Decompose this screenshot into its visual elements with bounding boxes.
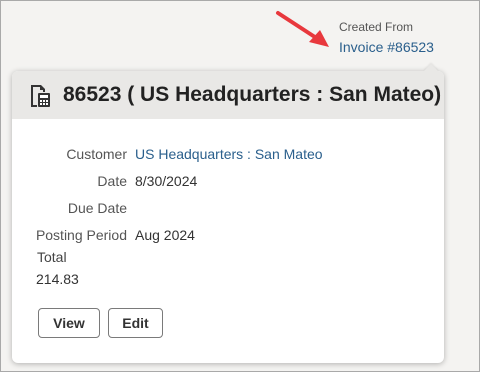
invoice-document-icon (31, 85, 50, 107)
annotation-arrow-icon (276, 11, 329, 47)
customer-label: Customer (66, 146, 127, 162)
page-frame: Created From Invoice #86523 86523 ( US H… (0, 0, 480, 372)
created-from-invoice-link[interactable]: Invoice #86523 (339, 39, 434, 55)
invoice-preview-popup: 86523 ( US Headquarters : San Mateo) Cus… (12, 63, 444, 363)
due-date-label: Due Date (67, 200, 127, 216)
total-value: 214.83 (36, 271, 79, 287)
field-row-customer: Customer US Headquarters : San Mateo (12, 146, 444, 164)
posting-period-label: Posting Period (35, 227, 127, 243)
total-label: Total (37, 249, 67, 265)
customer-link[interactable]: US Headquarters : San Mateo (135, 146, 323, 162)
posting-period-value: Aug 2024 (135, 227, 195, 243)
edit-button[interactable]: Edit (108, 308, 163, 338)
field-row-posting-period: Posting Period Aug 2024 (12, 227, 444, 245)
date-value: 8/30/2024 (135, 173, 198, 189)
created-from-label: Created From (339, 20, 414, 34)
field-row-date: Date 8/30/2024 (12, 173, 444, 191)
date-label: Date (97, 173, 127, 189)
field-row-due-date: Due Date (12, 200, 444, 218)
view-button[interactable]: View (38, 308, 100, 338)
popup-title: 86523 ( US Headquarters : San Mateo) (63, 83, 442, 106)
popup-header: 86523 ( US Headquarters : San Mateo) (12, 71, 444, 119)
